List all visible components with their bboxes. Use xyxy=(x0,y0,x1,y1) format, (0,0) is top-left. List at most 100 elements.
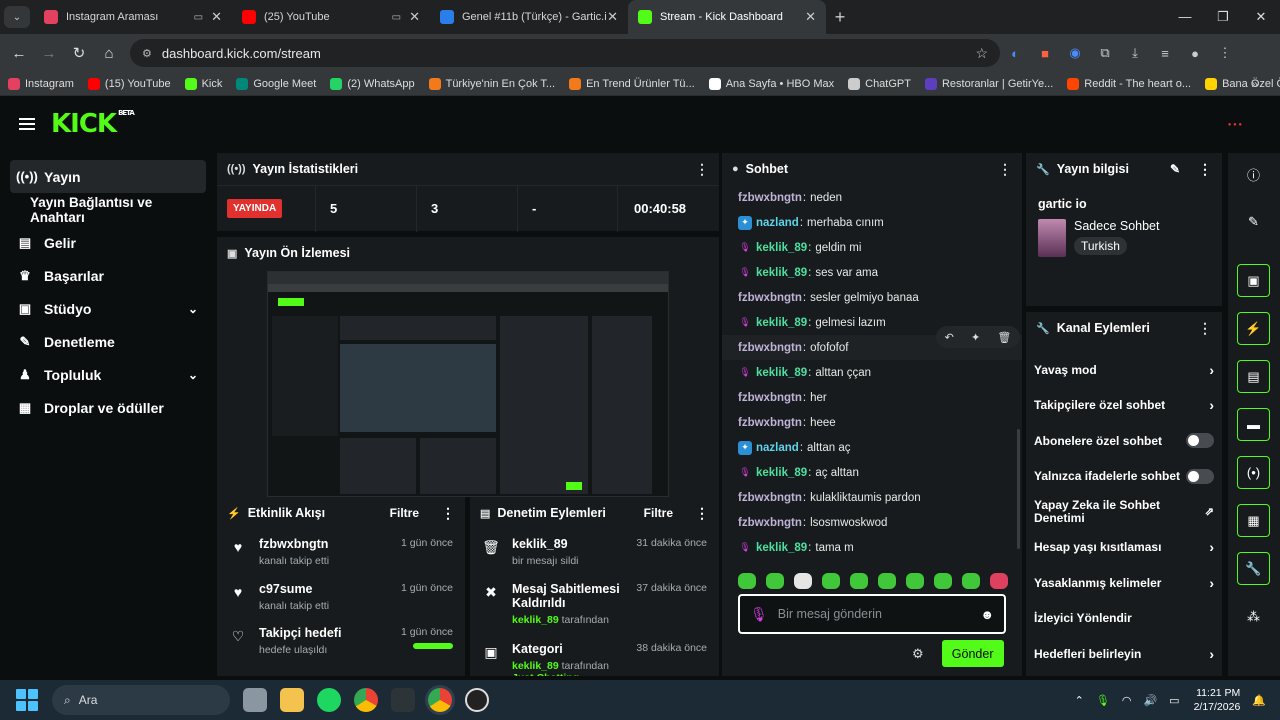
edit-icon[interactable]: ✎ xyxy=(1237,205,1270,238)
chat-username[interactable]: fzbwxbngtn xyxy=(738,292,802,304)
chevron-right-icon[interactable]: › xyxy=(1209,575,1214,591)
more-options-icon[interactable]: ⋮ xyxy=(1198,320,1212,337)
maximize-button[interactable]: ❐ xyxy=(1204,0,1242,34)
chevron-right-icon[interactable]: › xyxy=(1209,646,1214,662)
bookmark-item[interactable]: Bana Özel Özet xyxy=(1205,77,1280,90)
chat-username[interactable]: keklik_89 xyxy=(756,267,807,279)
chrome-active-icon[interactable] xyxy=(428,688,452,712)
chat-username[interactable]: keklik_89 xyxy=(756,242,807,254)
extension-moon-icon[interactable]: ◐ xyxy=(1000,46,1030,61)
volume-icon[interactable]: 🔊 xyxy=(1143,694,1157,707)
chevron-right-icon[interactable]: › xyxy=(1209,362,1214,378)
gear-icon[interactable]: ⚙ xyxy=(912,646,924,662)
sidebar-item[interactable]: ▤ Gelir xyxy=(10,226,206,259)
more-options-icon[interactable]: ⋮ xyxy=(998,161,1012,178)
preview-toggle-icon[interactable]: ▣ xyxy=(1237,264,1270,297)
chat-message-input[interactable] xyxy=(777,607,981,621)
chat-username[interactable]: fzbwxbngtn xyxy=(738,492,802,504)
sidebar-item[interactable]: ♛ Başarılar xyxy=(10,259,206,292)
bookmark-item[interactable]: ChatGPT xyxy=(848,77,911,90)
chat-message[interactable]: 🎙 keklik_89: alttan ççan xyxy=(722,360,1022,385)
channel-action-item[interactable]: Abonelere özel sohbet xyxy=(1026,423,1222,459)
bookmark-item[interactable]: Restoranlar | GetirYe... xyxy=(924,77,1053,90)
tab-gartic[interactable]: Genel #11b (Türkçe) - Gartic.io ✕ xyxy=(430,0,628,34)
channel-action-item[interactable]: Yasaklanmış kelimeler › xyxy=(1026,565,1222,601)
sidebar-item[interactable]: ▣ Stüdyo ⌄ xyxy=(10,292,206,325)
chat-username[interactable]: keklik_89 xyxy=(756,542,807,554)
chat-message[interactable]: 🎙 keklik_89: geldin mi xyxy=(722,235,1022,260)
sidebar-item[interactable]: ✎ Denetleme xyxy=(10,325,206,358)
extension-brave-icon[interactable]: ■ xyxy=(1030,46,1060,61)
reload-icon[interactable]: ↻ xyxy=(64,44,94,62)
tab-instagram[interactable]: Instagram Araması ▭ ✕ xyxy=(34,0,232,34)
apps-icon[interactable]: ⁂ xyxy=(1237,600,1270,633)
moderator-name[interactable]: keklik_89 xyxy=(512,614,559,626)
channel-action-item[interactable]: Hesap yaşı kısıtlaması › xyxy=(1026,530,1222,566)
edit-icon[interactable]: ✎ xyxy=(1170,162,1180,176)
hamburger-icon[interactable] xyxy=(19,115,35,133)
close-icon[interactable]: ✕ xyxy=(607,9,618,25)
taskbar-search[interactable]: ⌕ Ara xyxy=(52,685,230,715)
chat-username[interactable]: fzbwxbngtn xyxy=(738,342,802,354)
bookmark-item[interactable]: Reddit - The heart o... xyxy=(1067,77,1191,90)
chat-message[interactable]: fzbwxbngtn: neden xyxy=(722,185,1022,210)
site-info-icon[interactable]: ⚙ xyxy=(142,47,152,60)
filter-button[interactable]: Filtre xyxy=(390,506,419,520)
chat-username[interactable]: keklik_89 xyxy=(756,367,807,379)
notification-icon[interactable]: 🔔 xyxy=(1252,694,1266,707)
bookmark-item[interactable]: (2) WhatsApp xyxy=(330,77,415,90)
chat-icon[interactable]: ▬ xyxy=(1237,408,1270,441)
extensions-icon[interactable]: ⧉ xyxy=(1090,45,1120,61)
sidebar-item[interactable]: ((•)) Yayın xyxy=(10,160,206,193)
forward-icon[interactable]: → xyxy=(34,45,64,62)
external-link-icon[interactable]: ⇗ xyxy=(1205,505,1214,518)
emote-icon[interactable] xyxy=(822,573,840,589)
chat-username[interactable]: fzbwxbngtn xyxy=(738,517,802,529)
bookmark-item[interactable]: En Trend Ürünler Tü... xyxy=(569,77,695,90)
bookmark-item[interactable]: Ana Sayfa • HBO Max xyxy=(708,77,834,90)
chat-username[interactable]: keklik_89 xyxy=(756,317,807,329)
media-icon[interactable]: ▭ xyxy=(194,12,203,23)
clock[interactable]: 11:21 PM 2/17/2026 xyxy=(1194,686,1241,714)
chat-message[interactable]: ✦ nazland: alttan aç xyxy=(722,435,1022,460)
bookmark-item[interactable]: Google Meet xyxy=(236,77,316,90)
sidebar-item[interactable]: ▦ Droplar ve ödüller xyxy=(10,391,206,424)
close-window-button[interactable]: ✕ xyxy=(1242,0,1280,34)
filter-button[interactable]: Filtre xyxy=(644,506,673,520)
emote-icon[interactable] xyxy=(738,573,756,589)
bookmark-item[interactable]: Kick xyxy=(184,77,222,90)
minimize-button[interactable]: — xyxy=(1166,0,1204,34)
bookmark-item[interactable]: Instagram xyxy=(8,77,74,90)
emote-icon[interactable] xyxy=(962,573,980,589)
moderation-name[interactable]: Kategori xyxy=(512,642,633,656)
emote-icon[interactable] xyxy=(766,573,784,589)
sidebar-item[interactable]: Yayın Bağlantısı ve Anahtarı xyxy=(10,193,206,226)
chat-scrollbar[interactable] xyxy=(1017,429,1020,549)
tab-search-button[interactable]: ⌄ xyxy=(4,6,30,28)
menu-icon[interactable]: ⋮ xyxy=(1210,45,1240,61)
chrome-icon[interactable] xyxy=(354,688,378,712)
emote-icon[interactable] xyxy=(794,573,812,589)
start-icon[interactable] xyxy=(16,689,38,711)
send-button[interactable]: Gönder xyxy=(941,640,1004,667)
chat-message[interactable]: fzbwxbngtn: heee xyxy=(722,410,1022,435)
more-options-icon[interactable]: ⋮ xyxy=(1198,161,1212,178)
bookmark-item[interactable]: Türkiye'nin En Çok T... xyxy=(428,77,555,90)
channel-action-item[interactable]: İzleyici Yönlendir xyxy=(1026,601,1222,637)
channel-action-item[interactable]: Yapay Zeka ile Sohbet Denetimi ⇗ xyxy=(1026,494,1222,530)
close-icon[interactable]: ✕ xyxy=(805,9,816,25)
studio-icon[interactable]: ▦ xyxy=(1237,504,1270,537)
emote-icon[interactable] xyxy=(850,573,868,589)
url-bar[interactable]: ⚙ dashboard.kick.com/stream ☆ xyxy=(130,39,1000,67)
pin-icon[interactable]: ✦ xyxy=(971,331,980,344)
chat-message[interactable]: fzbwxbngtn: lsosmwoskwod xyxy=(722,510,1022,535)
reply-icon[interactable]: ↶ xyxy=(945,331,954,344)
chat-username[interactable]: keklik_89 xyxy=(756,467,807,479)
toggle-switch[interactable] xyxy=(1186,468,1214,484)
chat-username[interactable]: fzbwxbngtn xyxy=(738,392,802,404)
more-options-icon[interactable]: ⋮ xyxy=(441,505,455,522)
spotify-icon[interactable] xyxy=(317,688,341,712)
emote-icon[interactable] xyxy=(934,573,952,589)
chevron-up-icon[interactable]: ⌃ xyxy=(1075,694,1084,707)
chat-message[interactable]: ✦ nazland: merhaba cınım xyxy=(722,210,1022,235)
